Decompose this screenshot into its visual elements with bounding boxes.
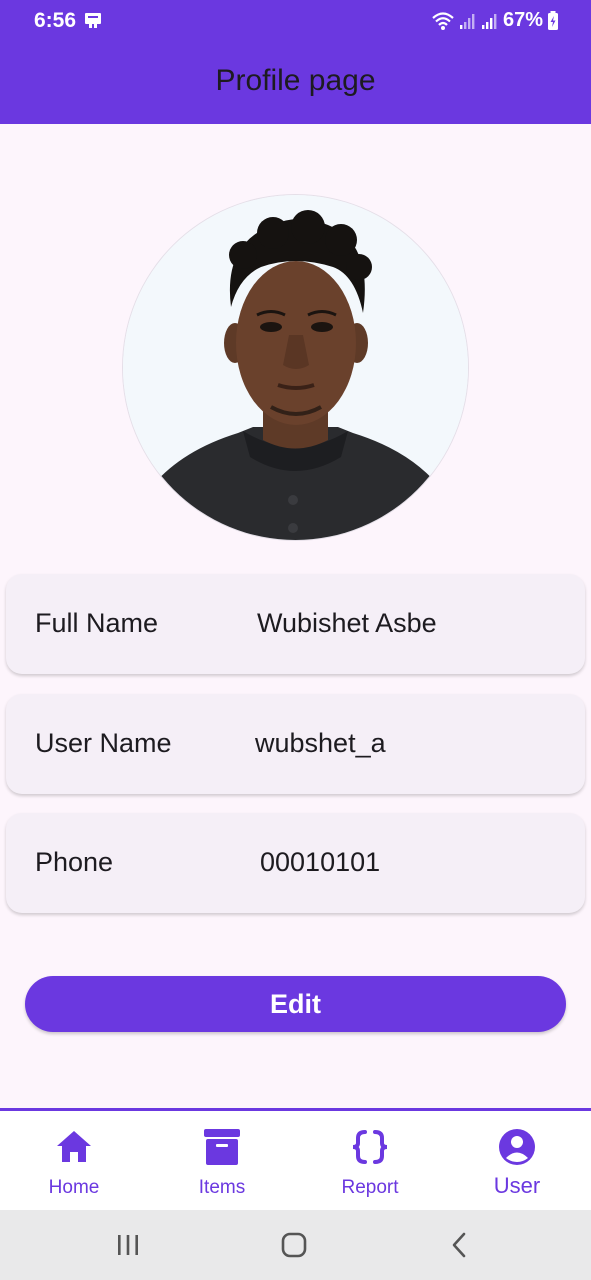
home-button-icon[interactable] xyxy=(274,1227,314,1263)
edit-button[interactable]: Edit xyxy=(25,976,566,1032)
phone-label: Phone xyxy=(35,847,114,877)
battery-charging-icon xyxy=(548,10,558,30)
signal-icon xyxy=(459,13,475,29)
wifi-icon xyxy=(432,11,454,30)
nav-label-items: Items xyxy=(198,1177,246,1198)
nav-label-report: Report xyxy=(341,1177,399,1198)
notification-icon xyxy=(85,13,101,28)
home-icon xyxy=(57,1131,91,1162)
signal-icon-2 xyxy=(481,13,497,29)
app-bar: Profile page xyxy=(0,44,591,124)
recent-apps-icon[interactable] xyxy=(108,1227,148,1263)
account-circle-icon xyxy=(499,1129,535,1165)
system-navigation-bar xyxy=(0,1210,591,1280)
nav-label-home: Home xyxy=(48,1177,100,1198)
page-title: Profile page xyxy=(215,64,376,97)
full-name-card: Full Name Wubishet Asbe xyxy=(6,574,585,674)
archive-icon xyxy=(204,1129,240,1165)
bottom-navigation: Home Items Report User xyxy=(0,1108,591,1210)
nav-label-user: User xyxy=(493,1173,541,1198)
status-right: 67% xyxy=(431,9,559,32)
nav-item-report[interactable]: Report xyxy=(296,1111,444,1210)
status-time: 6:56 xyxy=(34,9,77,32)
nav-item-user[interactable]: User xyxy=(443,1111,591,1210)
user-name-value: wubshet_a xyxy=(255,728,386,758)
user-name-card: User Name wubshet_a xyxy=(6,694,585,794)
battery-percent: 67% xyxy=(502,9,543,31)
full-name-value: Wubishet Asbe xyxy=(257,608,437,638)
profile-avatar xyxy=(123,195,468,540)
back-icon[interactable] xyxy=(440,1227,480,1263)
phone-card: Phone 00010101 xyxy=(6,813,585,913)
braces-icon xyxy=(352,1130,388,1164)
status-bar: 6:56 67% xyxy=(0,0,591,44)
user-name-label: User Name xyxy=(35,728,172,758)
nav-item-items[interactable]: Items xyxy=(148,1111,296,1210)
full-name-label: Full Name xyxy=(35,608,159,638)
profile-photo xyxy=(123,195,468,540)
phone-value: 00010101 xyxy=(260,847,381,877)
nav-item-home[interactable]: Home xyxy=(0,1111,148,1210)
